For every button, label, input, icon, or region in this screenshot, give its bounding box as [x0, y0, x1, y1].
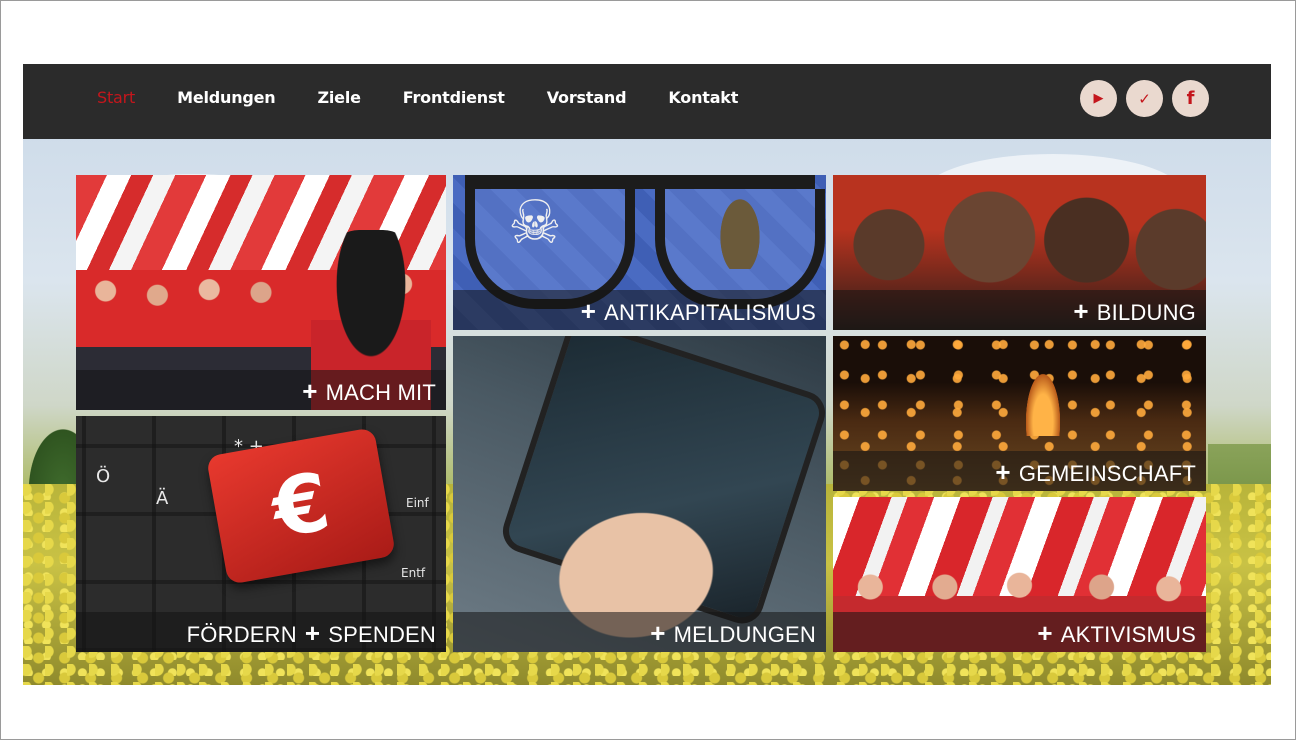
tile-label: + MACH MIT [76, 370, 446, 410]
tile-aktivismus[interactable]: + AKTIVISMUS [833, 497, 1206, 652]
twitter-icon[interactable]: ✓ [1126, 80, 1163, 117]
nav-item-ziele[interactable]: Ziele [317, 88, 360, 107]
plus-icon: + [304, 618, 321, 648]
plus-icon: + [580, 296, 597, 326]
nav-item-kontakt[interactable]: Kontakt [668, 88, 738, 107]
nav-item-vorstand[interactable]: Vorstand [547, 88, 627, 107]
nav-item-start[interactable]: Start [97, 88, 135, 107]
bonfire-graphic [1023, 366, 1063, 436]
tile-meldungen[interactable]: + MELDUNGEN [453, 336, 826, 652]
plus-icon: + [1073, 296, 1089, 326]
tile-antikapitalismus[interactable]: ☠ + ANTIKAPITALISMUS [453, 175, 826, 330]
tile-label: FÖRDERN + SPENDEN [76, 612, 446, 652]
nav-menu: Start Meldungen Ziele Frontdienst Vorsta… [97, 88, 780, 107]
plus-icon: + [650, 618, 666, 648]
top-navigation: Start Meldungen Ziele Frontdienst Vorsta… [23, 64, 1271, 139]
skull-icon: ☠ [508, 188, 562, 258]
tile-label: + BILDUNG [833, 290, 1206, 330]
tile-foerdern-spenden[interactable]: Ö Ä * + Einf Entf € FÖRDERN + SPENDEN [76, 416, 446, 652]
tile-label: + GEMEINSCHAFT [833, 451, 1206, 491]
plus-icon: + [302, 376, 318, 406]
tile-label: + ANTIKAPITALISMUS [453, 290, 826, 330]
plus-icon: + [995, 457, 1011, 487]
plus-icon: + [1037, 618, 1053, 648]
tile-label: + AKTIVISMUS [833, 612, 1206, 652]
tile-label: + MELDUNGEN [453, 612, 826, 652]
grenade-icon [715, 189, 765, 269]
nav-item-frontdienst[interactable]: Frontdienst [403, 88, 505, 107]
social-links: ▶ ✓ f [1080, 80, 1209, 117]
nav-item-meldungen[interactable]: Meldungen [177, 88, 276, 107]
tile-mach-mit[interactable]: + MACH MIT [76, 175, 446, 410]
tile-bildung[interactable]: + BILDUNG [833, 175, 1206, 330]
tile-gemeinschaft[interactable]: + GEMEINSCHAFT [833, 336, 1206, 491]
facebook-icon[interactable]: f [1172, 80, 1209, 117]
youtube-icon[interactable]: ▶ [1080, 80, 1117, 117]
